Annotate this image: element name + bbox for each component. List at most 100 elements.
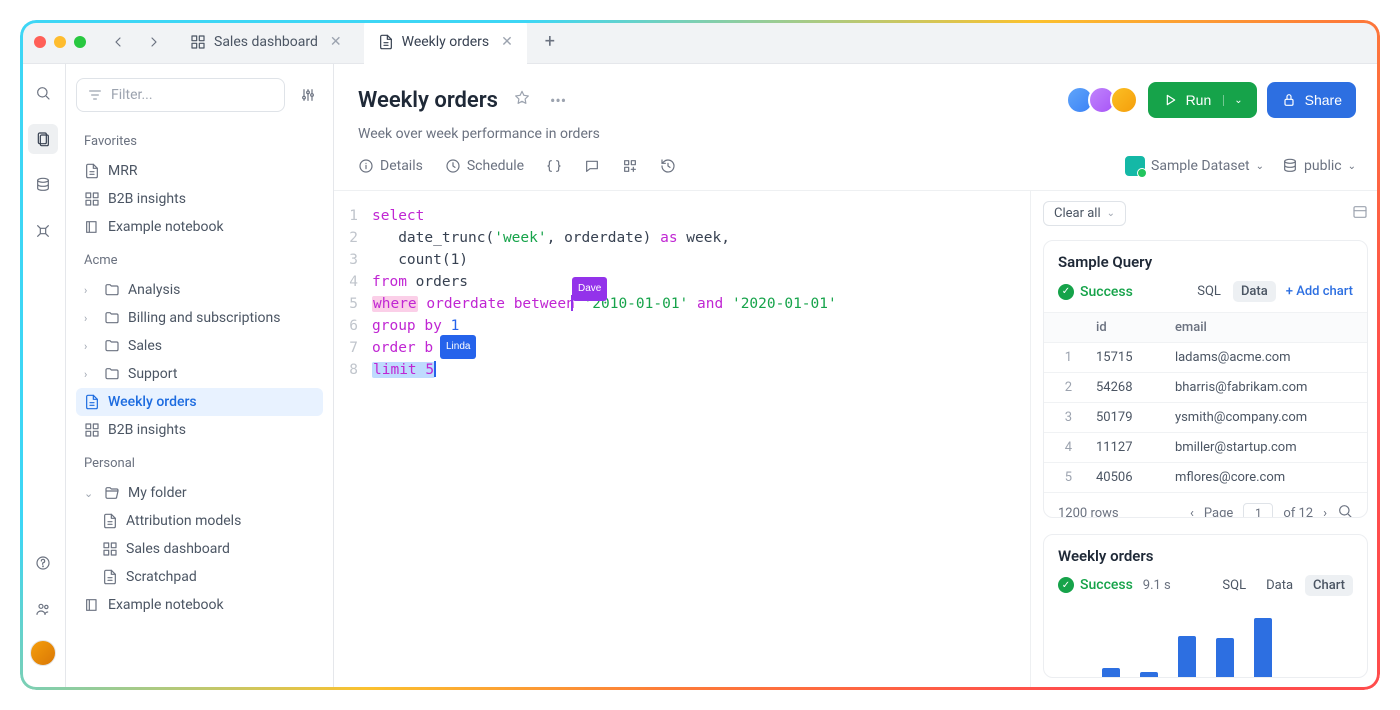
table-row[interactable]: 115715ladams@acme.com (1044, 343, 1367, 373)
tb-params[interactable] (546, 158, 562, 174)
acme-analysis[interactable]: ›Analysis (76, 276, 323, 304)
section-acme: Acme (76, 249, 323, 272)
comment-icon (584, 158, 600, 174)
rail-search[interactable] (28, 78, 58, 108)
dataset-selector[interactable]: Sample Dataset ⌄ (1125, 156, 1264, 176)
acme-sales[interactable]: ›Sales (76, 332, 323, 360)
window-minimize[interactable] (54, 36, 66, 48)
filter-input[interactable]: Filter... (76, 78, 285, 112)
chart-result-card: Weekly orders ✓Success 9.1 s SQL Data Ch… (1043, 534, 1368, 678)
notebook-icon (84, 597, 100, 613)
acme-weekly-orders[interactable]: Weekly orders (76, 388, 323, 416)
column-header[interactable]: email (1163, 313, 1367, 343)
rail-help[interactable] (28, 548, 58, 578)
layout-toggle[interactable] (1352, 204, 1368, 224)
cursor-badge-dave: Dave (572, 277, 607, 301)
page-next[interactable]: › (1323, 506, 1327, 518)
seg-chart[interactable]: Chart (1305, 575, 1353, 596)
folder-icon (104, 282, 120, 298)
search-icon[interactable] (1337, 503, 1353, 518)
dashboard-icon (84, 422, 100, 438)
personal-notebook[interactable]: Example notebook (76, 591, 323, 619)
tab-add-button[interactable]: + (535, 27, 565, 57)
fav-item-notebook[interactable]: Example notebook (76, 213, 323, 241)
table-row[interactable]: 411127bmiller@startup.com (1044, 433, 1367, 463)
nav-forward[interactable] (140, 28, 168, 56)
close-icon[interactable]: ✕ (330, 34, 342, 50)
tb-history[interactable] (660, 158, 676, 174)
run-button[interactable]: Run ⌄ (1148, 82, 1257, 118)
page-input[interactable]: 1 (1243, 503, 1273, 518)
column-header[interactable]: id (1084, 313, 1163, 343)
adjust-button[interactable] (293, 80, 323, 110)
seg-sql[interactable]: SQL (1214, 575, 1254, 596)
code-line[interactable]: 4from orders (344, 271, 1020, 293)
tab-weekly-orders[interactable]: Weekly orders ✕ (364, 20, 527, 65)
close-icon[interactable]: ✕ (501, 34, 513, 50)
result-table: idemail115715ladams@acme.com254268bharri… (1044, 312, 1367, 492)
main: Weekly orders ••• Run ⌄ Share (334, 64, 1380, 690)
code-line[interactable]: 5where orderdate between '2010-01-01' an… (344, 293, 1020, 315)
code-line[interactable]: 1select (344, 205, 1020, 227)
table-row[interactable]: 540506mflores@core.com (1044, 463, 1367, 493)
dashboard-icon (190, 34, 206, 50)
acme-support[interactable]: ›Support (76, 360, 323, 388)
doc-header: Weekly orders ••• Run ⌄ Share (334, 64, 1380, 191)
code-line[interactable]: 2 date_trunc('week', orderdate) as week, (344, 227, 1020, 249)
tb-blocks[interactable] (622, 158, 638, 174)
avatar[interactable] (1110, 86, 1138, 114)
folder-icon (104, 366, 120, 382)
rail-people[interactable] (28, 594, 58, 624)
window-maximize[interactable] (74, 36, 86, 48)
nav-back[interactable] (104, 28, 132, 56)
window-close[interactable] (34, 36, 46, 48)
rail-avatar[interactable] (30, 640, 56, 666)
code-line[interactable]: 7order bLinda (344, 337, 1020, 359)
tab-label: Weekly orders (402, 34, 490, 50)
sidebar: Filter... Favorites MRR B2B insights Exa… (66, 64, 334, 690)
personal-sales-dashboard[interactable]: Sales dashboard (76, 535, 323, 563)
chart-bar (1102, 668, 1120, 678)
code-line[interactable]: 8limit 5 (344, 359, 1020, 381)
table-row[interactable]: 254268bharris@fabrikam.com (1044, 373, 1367, 403)
personal-scratchpad[interactable]: Scratchpad (76, 563, 323, 591)
personal-attribution[interactable]: Attribution models (76, 507, 323, 535)
collaborator-avatars[interactable] (1072, 86, 1138, 114)
code-line[interactable]: 3 count(1) (344, 249, 1020, 271)
table-row[interactable]: 350179ysmith@company.com (1044, 403, 1367, 433)
page-prev[interactable]: ‹ (1190, 506, 1194, 518)
nav-rail (20, 64, 66, 690)
chart-bar (1216, 638, 1234, 678)
code-editor[interactable]: 1select2 date_trunc('week', orderdate) a… (334, 191, 1030, 690)
duration: 9.1 s (1143, 578, 1171, 593)
check-icon: ✓ (1058, 577, 1074, 593)
rail-database[interactable] (28, 170, 58, 200)
personal-myfolder[interactable]: ⌄My folder (76, 479, 323, 507)
share-button[interactable]: Share (1267, 82, 1356, 118)
fav-item-mrr[interactable]: MRR (76, 157, 323, 185)
tb-comment[interactable] (584, 158, 600, 174)
chevron-down-icon[interactable]: ⌄ (1223, 95, 1242, 106)
results-pane: Clear all ⌄ Sample Query ✓Success SQL Da… (1030, 191, 1380, 690)
seg-sql[interactable]: SQL (1189, 281, 1229, 302)
page-label: Page (1204, 506, 1233, 518)
seg-data[interactable]: Data (1233, 281, 1276, 302)
star-button[interactable] (510, 86, 534, 114)
clear-all-button[interactable]: Clear all ⌄ (1043, 201, 1126, 226)
rail-drone[interactable] (28, 216, 58, 246)
tab-sales-dashboard[interactable]: Sales dashboard ✕ (176, 20, 356, 64)
bar-chart (1044, 606, 1367, 678)
tb-details[interactable]: Details (358, 158, 423, 174)
rail-explorer[interactable] (28, 124, 58, 154)
code-line[interactable]: 6group by 1 (344, 315, 1020, 337)
fav-item-b2b[interactable]: B2B insights (76, 185, 323, 213)
acme-b2b[interactable]: B2B insights (76, 416, 323, 444)
tb-schedule[interactable]: Schedule (445, 158, 524, 174)
schema-selector[interactable]: public ⌄ (1282, 158, 1356, 174)
add-chart-button[interactable]: + Add chart (1286, 284, 1353, 299)
column-header[interactable] (1044, 313, 1084, 343)
seg-data[interactable]: Data (1258, 575, 1301, 596)
acme-billing[interactable]: ›Billing and subscriptions (76, 304, 323, 332)
more-button[interactable]: ••• (546, 87, 570, 114)
folder-icon (104, 338, 120, 354)
